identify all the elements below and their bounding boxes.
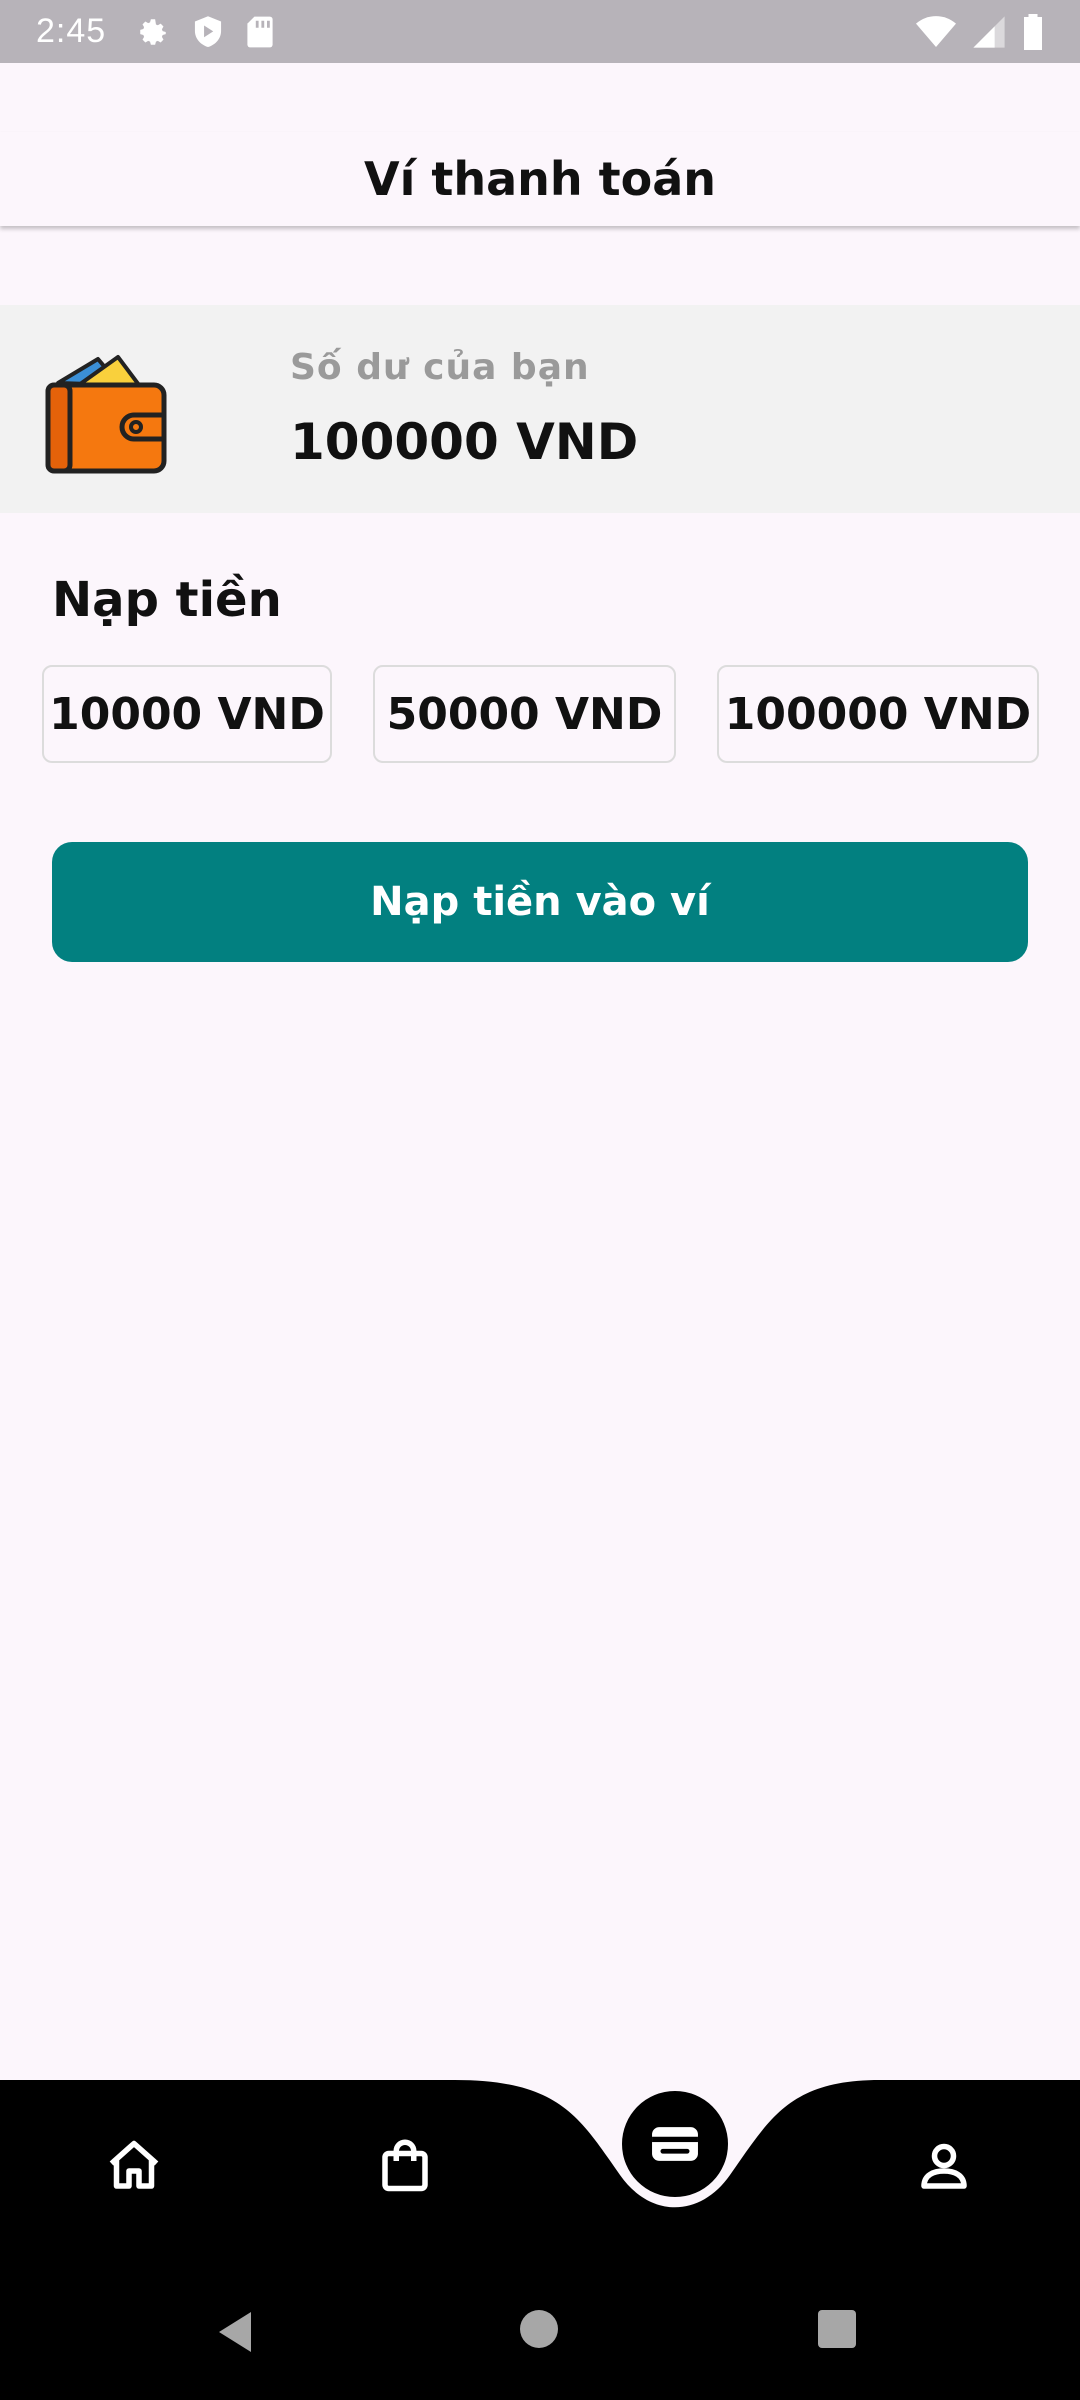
status-bar: 2:45 [0,0,1080,63]
status-left-icons [136,15,274,49]
wallet-tab-button[interactable] [622,2091,728,2197]
bottom-nav [0,2080,1080,2260]
balance-value: 100000 VND [290,413,639,471]
wallet-tab-icon [652,2127,698,2161]
battery-icon [1024,13,1042,50]
wifi-icon [916,15,956,47]
topup-button-label: Nạp tiền vào ví [370,879,710,925]
system-nav-bar [0,2260,1080,2400]
profile-icon[interactable] [914,2136,974,2196]
sd-card-icon [247,16,273,47]
settings-icon [140,18,166,45]
page-title: Ví thanh toán [363,152,717,206]
amount-option-50000[interactable]: 50000 VND [373,665,676,763]
shield-play-icon [195,15,222,47]
status-time: 2:45 [36,12,107,50]
wallet-icon [45,355,167,474]
signal-icon [973,15,1005,48]
recent-apps-icon[interactable] [818,2310,856,2348]
back-icon[interactable] [215,2310,255,2354]
home-circle-icon[interactable] [520,2310,558,2348]
amount-option-10000[interactable]: 10000 VND [42,665,332,763]
home-icon[interactable] [104,2136,164,2196]
amount-option-100000[interactable]: 100000 VND [717,665,1039,763]
status-right-icons [916,13,1044,50]
shopping-bag-icon[interactable] [375,2136,435,2196]
balance-label: Số dư của bạn [290,347,590,388]
topup-heading: Nạp tiền [52,572,282,628]
app-bar: Ví thanh toán [0,132,1080,226]
balance-card: Số dư của bạn 100000 VND [0,305,1080,513]
topup-button[interactable]: Nạp tiền vào ví [52,842,1028,962]
